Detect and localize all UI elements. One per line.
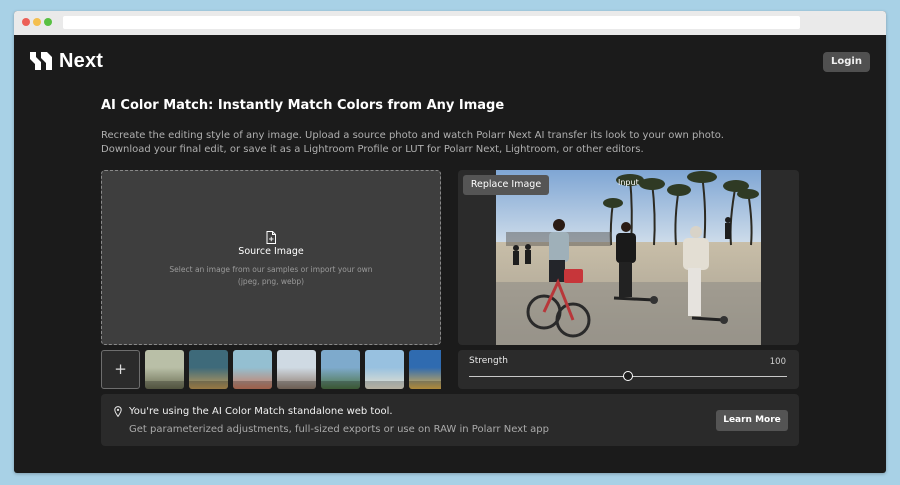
thumbnail-shade: [145, 381, 184, 389]
source-image-dropzone[interactable]: Source Image Select an image from our sa…: [101, 170, 441, 345]
strength-value: 100: [769, 357, 786, 367]
description-line-2: Download your final edit, or save it as …: [101, 144, 644, 155]
thumbnail-shade: [189, 381, 228, 389]
maximize-window-dot[interactable]: [44, 18, 52, 26]
brand[interactable]: Next: [30, 50, 103, 72]
page-description: Recreate the editing style of any image.…: [101, 129, 724, 157]
add-source-button[interactable]: +: [101, 350, 140, 389]
file-icon: [266, 231, 276, 244]
input-preview: Replace Image Input: [458, 170, 799, 345]
minimize-window-dot[interactable]: [33, 18, 41, 26]
thumbnail-shade: [321, 381, 360, 389]
sample-thumbnail-6[interactable]: [365, 350, 404, 389]
banner-subtext: Get parameterized adjustments, full-size…: [129, 424, 550, 435]
browser-window: Next Login AI Color Match: Instantly Mat…: [14, 11, 886, 473]
sample-thumbnail-4[interactable]: [277, 350, 316, 389]
source-hint-line-2: (jpeg, png, webp): [237, 277, 305, 286]
close-window-dot[interactable]: [22, 18, 30, 26]
thumbnail-shade: [409, 381, 441, 389]
strength-slider-handle[interactable]: [623, 371, 633, 381]
sample-thumbnail-2[interactable]: [189, 350, 228, 389]
standalone-tool-banner: You're using the AI Color Match standalo…: [101, 394, 799, 446]
location-pin-icon: [114, 406, 122, 417]
source-hint-line-1: Select an image from our samples or impo…: [169, 265, 373, 274]
source-image-title: Source Image: [238, 246, 304, 257]
input-label: Input: [618, 178, 639, 187]
input-photo: [496, 170, 761, 345]
thumbnail-shade: [365, 381, 404, 389]
description-line-1: Recreate the editing style of any image.…: [101, 130, 724, 141]
strength-label: Strength: [469, 356, 508, 366]
strength-control: Strength 100: [458, 350, 799, 389]
sample-thumbnail-5[interactable]: [321, 350, 360, 389]
replace-image-button[interactable]: Replace Image: [463, 175, 549, 195]
learn-more-button[interactable]: Learn More: [716, 410, 788, 431]
brand-name: Next: [59, 49, 104, 72]
brand-logo-icon: [30, 52, 52, 70]
browser-chrome: [14, 11, 886, 35]
page-title: AI Color Match: Instantly Match Colors f…: [101, 98, 505, 113]
login-button[interactable]: Login: [823, 52, 870, 72]
sample-thumbnail-3[interactable]: [233, 350, 272, 389]
thumbnail-shade: [233, 381, 272, 389]
source-image-hint: Select an image from our samples or impo…: [102, 264, 440, 288]
sample-thumbnail-1[interactable]: [145, 350, 184, 389]
address-bar[interactable]: [63, 16, 800, 29]
sample-thumbnail-7[interactable]: [409, 350, 441, 389]
thumbnail-shade: [277, 381, 316, 389]
banner-headline: You're using the AI Color Match standalo…: [129, 406, 393, 417]
sample-thumbnails: +: [101, 350, 441, 389]
